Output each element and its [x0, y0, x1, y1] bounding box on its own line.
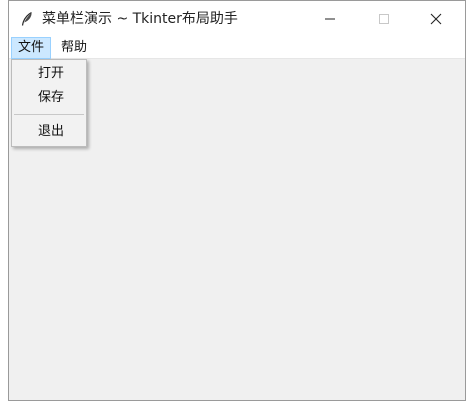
- minimize-icon: [324, 10, 336, 29]
- maximize-button[interactable]: [361, 1, 407, 37]
- menu-item-save[interactable]: 保存: [12, 86, 86, 110]
- window-title: 菜单栏演示 ~ Tkinter布局助手: [42, 11, 238, 27]
- close-icon: [430, 10, 442, 29]
- menu-item-open[interactable]: 打开: [12, 62, 86, 86]
- minimize-button[interactable]: [307, 1, 353, 37]
- menu-help[interactable]: 帮助: [55, 37, 93, 59]
- file-dropdown-menu: 打开 保存 退出: [11, 59, 87, 147]
- maximize-icon: [378, 10, 390, 29]
- menu-file[interactable]: 文件: [11, 37, 52, 59]
- close-button[interactable]: [413, 1, 459, 37]
- menu-item-exit[interactable]: 退出: [12, 120, 86, 144]
- title-bar[interactable]: 菜单栏演示 ~ Tkinter布局助手: [9, 1, 465, 37]
- menu-bar: 文件 帮助: [9, 37, 465, 59]
- menu-separator: [14, 114, 84, 115]
- app-window: 菜单栏演示 ~ Tkinter布局助手 文件 帮助 打开 保存 退出: [8, 0, 466, 401]
- feather-icon: [19, 11, 35, 27]
